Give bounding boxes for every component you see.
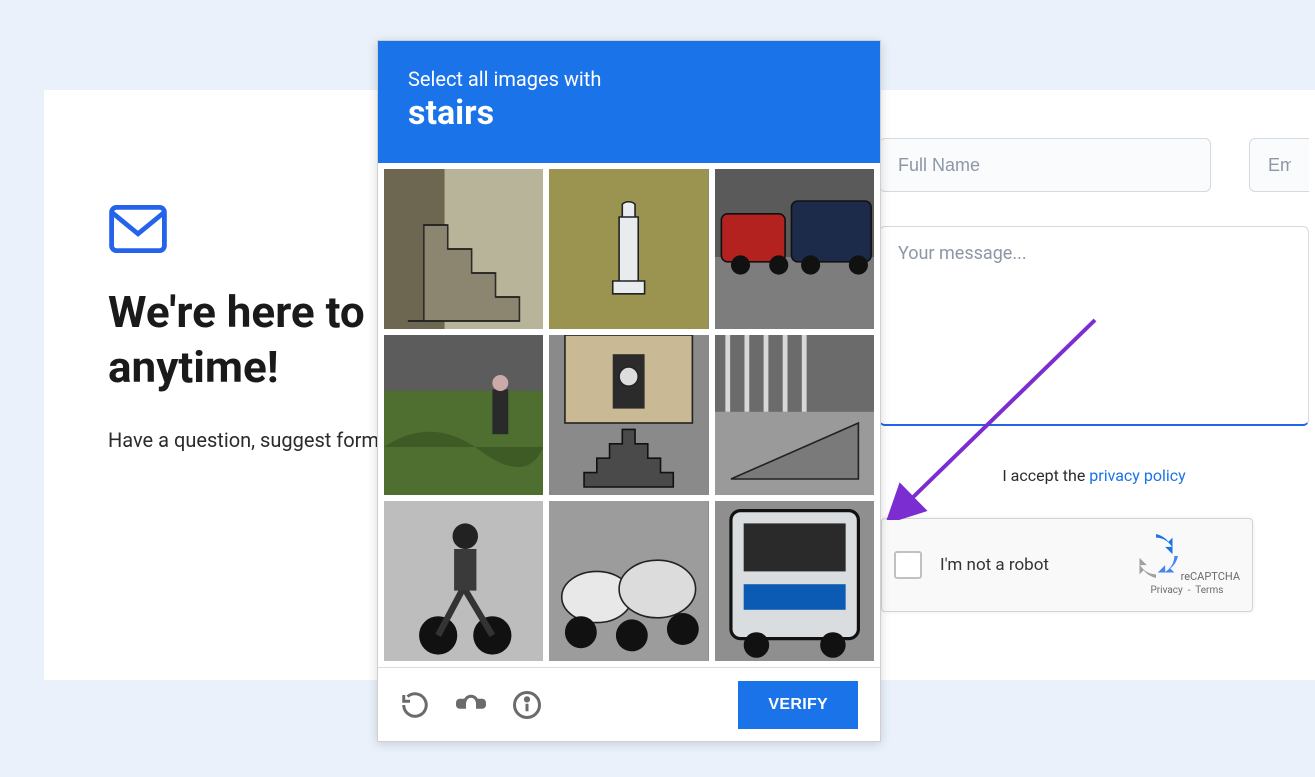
captcha-tile-8[interactable] bbox=[549, 501, 708, 661]
verify-button[interactable]: VERIFY bbox=[738, 681, 858, 729]
captcha-tile-9[interactable] bbox=[715, 501, 874, 661]
recaptcha-logo-icon bbox=[1134, 534, 1178, 578]
info-icon[interactable] bbox=[512, 690, 542, 720]
captcha-challenge: Select all images with stairs bbox=[377, 40, 881, 742]
recaptcha-label: I'm not a robot bbox=[940, 555, 1134, 575]
captcha-header: Select all images with stairs bbox=[378, 41, 880, 163]
email-input[interactable] bbox=[1249, 138, 1309, 192]
recaptcha-brand: reCAPTCHA Privacy - Terms bbox=[1134, 534, 1240, 596]
captcha-tile-1[interactable] bbox=[384, 169, 543, 329]
captcha-tile-5[interactable] bbox=[549, 335, 708, 495]
recaptcha-anchor: I'm not a robot reCAPTCHA Privacy - Term… bbox=[881, 518, 1253, 612]
contact-form: I accept the privacy policy bbox=[879, 138, 1309, 485]
recaptcha-checkbox[interactable] bbox=[894, 551, 922, 579]
full-name-input[interactable] bbox=[879, 138, 1211, 192]
message-textarea[interactable] bbox=[879, 226, 1309, 426]
privacy-policy-link[interactable]: privacy policy bbox=[1089, 466, 1185, 485]
captcha-tile-7[interactable] bbox=[384, 501, 543, 661]
captcha-grid bbox=[378, 163, 880, 667]
recaptcha-terms-link[interactable]: Terms bbox=[1195, 585, 1223, 596]
captcha-tile-3[interactable] bbox=[715, 169, 874, 329]
captcha-footer: VERIFY bbox=[378, 667, 880, 741]
audio-icon[interactable] bbox=[456, 690, 486, 720]
privacy-line: I accept the privacy policy bbox=[879, 466, 1309, 485]
captcha-tile-2[interactable] bbox=[549, 169, 708, 329]
captcha-tile-6[interactable] bbox=[715, 335, 874, 495]
recaptcha-privacy-link[interactable]: Privacy bbox=[1150, 585, 1182, 596]
reload-icon[interactable] bbox=[400, 690, 430, 720]
captcha-tile-4[interactable] bbox=[384, 335, 543, 495]
